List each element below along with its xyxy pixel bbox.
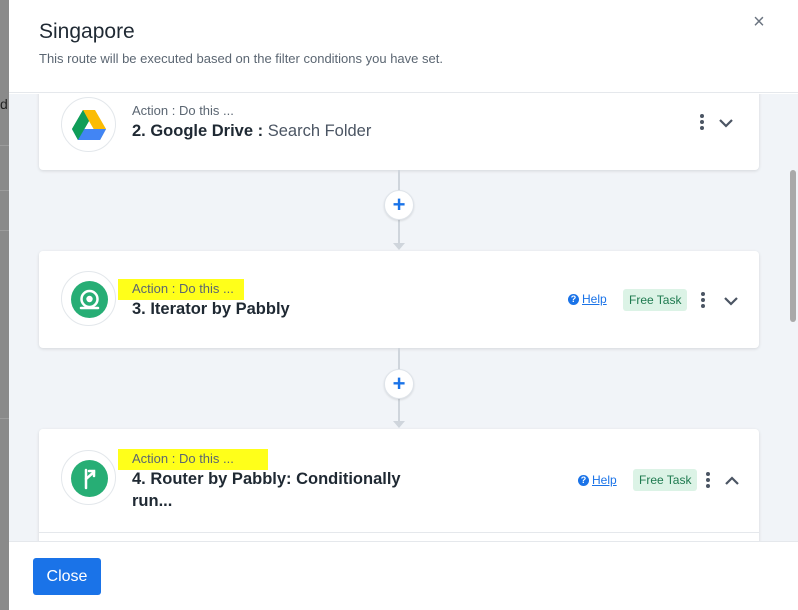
close-button[interactable]: Close xyxy=(33,558,101,595)
help-link-label: Help xyxy=(582,292,607,306)
step-title: 3. Iterator by Pabbly xyxy=(132,300,290,318)
chevron-up-icon[interactable] xyxy=(724,475,740,487)
more-options-icon[interactable] xyxy=(698,114,706,132)
help-link[interactable]: ? Help xyxy=(578,473,617,487)
arrow-down-icon xyxy=(393,421,405,428)
step-card-router[interactable]: Action : Do this ... 4. Router by Pabbly… xyxy=(39,429,759,541)
free-task-badge: Free Task xyxy=(633,469,698,491)
step-action-label: Action : Do this ... xyxy=(118,279,244,300)
router-icon xyxy=(61,450,116,505)
route-modal: Singapore This route will be executed ba… xyxy=(9,0,798,610)
step-title: 2. Google Drive : Search Folder xyxy=(132,120,371,142)
close-icon[interactable]: × xyxy=(747,10,771,34)
background-divider xyxy=(0,145,9,146)
arrow-down-icon xyxy=(393,243,405,250)
background-divider xyxy=(0,190,9,191)
background-divider xyxy=(0,230,9,231)
modal-footer: Close xyxy=(9,541,798,610)
step-card-google-drive[interactable]: Action : Do this ... 2. Google Drive : S… xyxy=(39,94,759,170)
help-icon: ? xyxy=(568,293,579,305)
more-options-icon[interactable] xyxy=(699,292,707,310)
background-page: d xyxy=(0,0,9,610)
highlighted-text: Action : Do this ... xyxy=(118,279,244,300)
step-title: 4. Router by Pabbly: Conditionally run..… xyxy=(132,470,401,510)
iterator-icon xyxy=(61,271,116,326)
step-title-app: 2. Google Drive : xyxy=(132,122,264,140)
step-action-label: Action : Do this ... xyxy=(118,449,268,470)
help-link[interactable]: ? Help xyxy=(568,292,607,306)
modal-subtitle: This route will be executed based on the… xyxy=(39,51,443,66)
help-icon: ? xyxy=(578,474,589,486)
highlighted-text: Action : Do this ... xyxy=(118,449,268,470)
help-link-label: Help xyxy=(592,473,617,487)
chevron-down-icon[interactable] xyxy=(723,295,739,307)
modal-title: Singapore xyxy=(39,20,135,43)
more-options-icon[interactable] xyxy=(704,472,712,490)
background-text: d xyxy=(0,96,8,112)
google-drive-icon xyxy=(61,97,116,152)
scrollbar[interactable] xyxy=(788,94,798,541)
free-task-badge: Free Task xyxy=(623,289,688,311)
add-step-button[interactable]: + xyxy=(384,369,414,399)
modal-header: Singapore This route will be executed ba… xyxy=(9,0,798,93)
step-card-iterator[interactable]: Action : Do this ... 3. Iterator by Pabb… xyxy=(39,251,759,348)
card-divider xyxy=(39,532,759,533)
scrollbar-thumb[interactable] xyxy=(790,170,796,322)
modal-body: Action : Do this ... 2. Google Drive : S… xyxy=(9,94,798,541)
add-step-button[interactable]: + xyxy=(384,190,414,220)
background-divider xyxy=(0,418,9,419)
step-action-label: Action : Do this ... xyxy=(132,103,234,118)
step-title-action: Search Folder xyxy=(267,122,372,140)
chevron-down-icon[interactable] xyxy=(718,117,734,129)
